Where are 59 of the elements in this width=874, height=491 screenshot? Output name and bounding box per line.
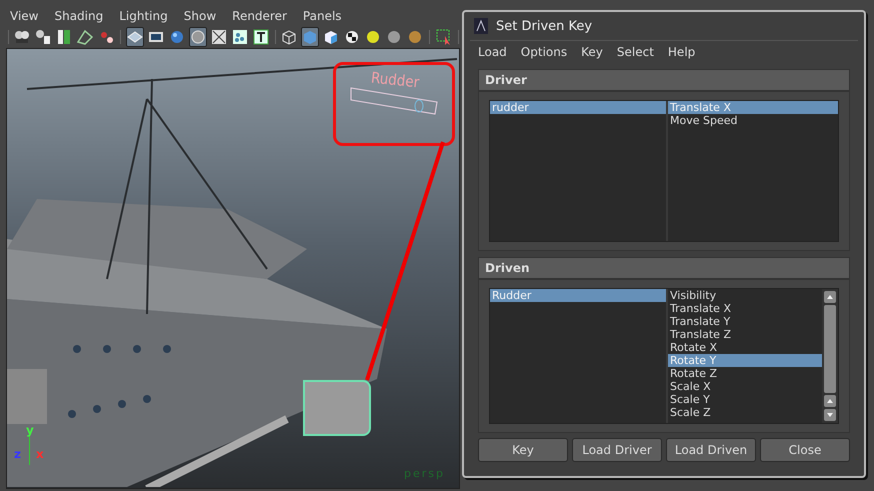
scroll-down-icon[interactable] xyxy=(824,409,836,421)
dialog-button[interactable]: Load Driven xyxy=(666,438,756,462)
cube-button[interactable] xyxy=(301,27,320,47)
camera-list-icon xyxy=(34,28,52,46)
grid-plane-button[interactable] xyxy=(76,27,94,47)
menu-item[interactable]: Select xyxy=(616,45,654,59)
menu-item[interactable]: View xyxy=(10,9,38,23)
menu-item[interactable]: Shading xyxy=(54,9,104,23)
window-title: Set Driven Key xyxy=(496,18,592,34)
text-button[interactable] xyxy=(252,27,270,47)
scroll-up-icon[interactable] xyxy=(824,395,836,407)
menu-item[interactable]: Options xyxy=(520,45,568,59)
grid-plane-icon xyxy=(76,28,94,46)
select-cursor-icon xyxy=(434,28,453,46)
app-icon xyxy=(474,18,488,34)
list-item[interactable]: Visibility xyxy=(668,289,822,302)
menu-item[interactable]: Key xyxy=(581,45,603,59)
menu-item[interactable]: Help xyxy=(668,45,696,59)
axis-label: z xyxy=(14,447,21,461)
section-header[interactable]: Driver xyxy=(478,69,850,91)
axis-label: x xyxy=(36,447,44,461)
scrollbar[interactable] xyxy=(822,289,838,423)
list-item[interactable]: Translate Z xyxy=(668,328,822,341)
scroll-up-icon[interactable] xyxy=(824,291,836,303)
control-label: Rudder xyxy=(370,68,420,92)
list-item[interactable]: Scale Z xyxy=(668,406,822,419)
circle-icon xyxy=(188,28,207,46)
dialog-button[interactable]: Key xyxy=(478,438,568,462)
wire-cube-icon xyxy=(280,28,298,46)
dialog-button[interactable]: Close xyxy=(760,438,850,462)
axis-label: y xyxy=(26,423,34,437)
menu-item[interactable]: Lighting xyxy=(119,9,168,23)
list-item[interactable]: Move Speed xyxy=(668,114,838,127)
camera-icon xyxy=(13,28,32,46)
dialog-button[interactable]: Load Driver xyxy=(572,438,662,462)
menu-item[interactable]: Show xyxy=(184,9,216,23)
dots-icon xyxy=(230,28,249,46)
camera-label: persp xyxy=(404,467,445,480)
x-frame-button[interactable] xyxy=(210,27,228,47)
section-header[interactable]: Driven xyxy=(478,257,850,279)
list-item[interactable]: Rotate Z xyxy=(668,367,822,380)
list-box[interactable]: Translate X Move Speed xyxy=(668,101,838,241)
x-frame-icon xyxy=(210,28,228,46)
scroll-thumb[interactable] xyxy=(824,305,836,393)
select-cursor-button[interactable] xyxy=(434,27,453,47)
list-item[interactable]: Scale Y xyxy=(668,393,822,406)
list-item[interactable]: Rotate X xyxy=(668,341,822,354)
list-item[interactable]: Scale X xyxy=(668,380,822,393)
text-icon xyxy=(252,28,270,46)
menu-item[interactable]: Panels xyxy=(302,9,342,23)
menu-item[interactable]: Renderer xyxy=(232,9,287,23)
menu-item[interactable]: Load xyxy=(478,45,507,59)
list-box[interactable]: Visibility Translate X Translate Y Translate Z Rotate X Rotate Y Rotate Z Scale X Scale Y Scale Z xyxy=(668,289,838,423)
list-item[interactable]: Translate Y xyxy=(668,315,822,328)
layers-button[interactable] xyxy=(126,27,144,47)
list-item[interactable]: Translate X xyxy=(668,302,822,315)
dots-button[interactable] xyxy=(230,27,249,47)
camera-list-button[interactable] xyxy=(34,27,52,47)
circle-button[interactable] xyxy=(188,27,207,47)
